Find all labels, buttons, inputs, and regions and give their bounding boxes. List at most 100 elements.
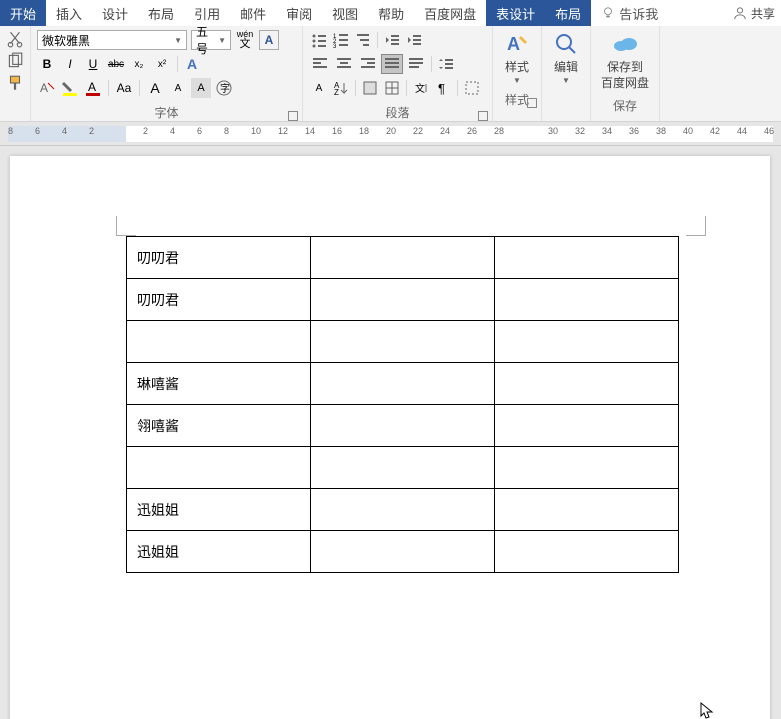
tab-table-layout[interactable]: 布局	[545, 0, 591, 26]
table-cell[interactable]	[495, 531, 679, 573]
tab-table-design[interactable]: 表设计	[486, 0, 545, 26]
table-cell[interactable]	[311, 321, 495, 363]
increase-indent-button[interactable]	[404, 30, 424, 50]
margin-corner	[116, 216, 136, 236]
align-center-button[interactable]	[333, 54, 355, 74]
shading-button[interactable]	[360, 78, 380, 98]
tellme[interactable]: 告诉我	[591, 0, 668, 26]
table-cell[interactable]	[495, 363, 679, 405]
table-cell[interactable]: 翎嘻酱	[127, 405, 311, 447]
table-cell[interactable]	[495, 279, 679, 321]
snap-button[interactable]	[462, 78, 482, 98]
line-spacing-button[interactable]	[436, 54, 456, 74]
asian-layout-button[interactable]: A	[309, 78, 329, 98]
grow-font-button[interactable]: A	[145, 78, 165, 98]
table-cell[interactable]: 迅姐姐	[127, 531, 311, 573]
tab-design[interactable]: 设计	[92, 0, 138, 26]
table-row[interactable]	[127, 447, 679, 489]
align-left-button[interactable]	[309, 54, 331, 74]
underline-button[interactable]: U	[83, 54, 103, 74]
document-area[interactable]: 叨叨君叨叨君琳嘻酱翎嘻酱迅姐姐迅姐姐	[0, 146, 781, 719]
table-row[interactable]: 叨叨君	[127, 279, 679, 321]
tab-insert[interactable]: 插入	[46, 0, 92, 26]
text-effects-button[interactable]: A	[183, 54, 203, 74]
bullets-button[interactable]	[309, 30, 329, 50]
font-group-label: 字体	[31, 102, 302, 123]
font-size-combo[interactable]: 五号 ▼	[191, 30, 231, 50]
sort-button[interactable]: AZ	[331, 78, 351, 98]
clear-format-button[interactable]: A	[37, 78, 57, 98]
table-cell[interactable]	[495, 237, 679, 279]
table-cell[interactable]	[495, 321, 679, 363]
table-row[interactable]: 叨叨君	[127, 237, 679, 279]
table-cell[interactable]	[311, 447, 495, 489]
bold-button[interactable]: B	[37, 54, 57, 74]
table-cell[interactable]: 琳嘻酱	[127, 363, 311, 405]
tab-mailings[interactable]: 邮件	[230, 0, 276, 26]
highlight-button[interactable]	[60, 78, 80, 98]
enclose-char-button[interactable]: 字	[214, 78, 234, 98]
sort-icon: AZ	[333, 80, 349, 96]
table-cell[interactable]: 迅姐姐	[127, 489, 311, 531]
save-baidu-button[interactable]: 保存到 百度网盘	[591, 26, 659, 95]
table-cell[interactable]	[311, 489, 495, 531]
table-row[interactable]: 迅姐姐	[127, 531, 679, 573]
styles-button[interactable]: A 样式 ▼	[493, 26, 541, 89]
table-cell[interactable]	[311, 531, 495, 573]
table-cell[interactable]: 叨叨君	[127, 237, 311, 279]
text-direction-button[interactable]: 文	[411, 78, 431, 98]
table-cell[interactable]	[127, 321, 311, 363]
table-cell[interactable]	[311, 363, 495, 405]
document-table[interactable]: 叨叨君叨叨君琳嘻酱翎嘻酱迅姐姐迅姐姐	[126, 236, 679, 573]
subscript-button[interactable]: x₂	[129, 54, 149, 74]
shrink-font-button[interactable]: A	[168, 78, 188, 98]
align-justify-button[interactable]	[381, 54, 403, 74]
borders-button[interactable]	[382, 78, 402, 98]
table-cell[interactable]	[311, 279, 495, 321]
paragraph-dialog-launcher[interactable]	[478, 111, 488, 121]
clear-format-icon: A	[38, 79, 56, 97]
font-name-combo[interactable]: 微软雅黑 ▼	[37, 30, 187, 50]
table-cell[interactable]	[495, 405, 679, 447]
align-distribute-button[interactable]	[405, 54, 427, 74]
font-color-button[interactable]: A	[83, 78, 103, 98]
ruler[interactable]: 8642246810121416182022242628303234363840…	[0, 122, 781, 146]
table-cell[interactable]	[311, 405, 495, 447]
table-row[interactable]	[127, 321, 679, 363]
numbering-button[interactable]: 123	[331, 30, 351, 50]
superscript-button[interactable]: x²	[152, 54, 172, 74]
multilevel-button[interactable]	[353, 30, 373, 50]
ruler-tick: 4	[62, 126, 67, 136]
table-cell[interactable]	[127, 447, 311, 489]
tab-view[interactable]: 视图	[322, 0, 368, 26]
table-row[interactable]: 迅姐姐	[127, 489, 679, 531]
tab-help[interactable]: 帮助	[368, 0, 414, 26]
tab-review[interactable]: 审阅	[276, 0, 322, 26]
align-right-button[interactable]	[357, 54, 379, 74]
phonetic-guide-button[interactable]: wén 文	[235, 30, 255, 50]
styles-dialog-launcher[interactable]	[527, 98, 537, 108]
show-marks-button[interactable]: ¶	[433, 78, 453, 98]
table-cell[interactable]	[495, 447, 679, 489]
table-cell[interactable]	[311, 237, 495, 279]
format-painter-icon[interactable]	[6, 74, 24, 92]
editing-button[interactable]: 编辑 ▼	[542, 26, 590, 89]
table-cell[interactable]	[495, 489, 679, 531]
char-shading-button[interactable]: A	[191, 78, 211, 98]
decrease-indent-button[interactable]	[382, 30, 402, 50]
table-row[interactable]: 琳嘻酱	[127, 363, 679, 405]
strike-button[interactable]: abc	[106, 54, 126, 74]
change-case-button[interactable]: Aa	[114, 78, 134, 98]
page[interactable]: 叨叨君叨叨君琳嘻酱翎嘻酱迅姐姐迅姐姐	[10, 156, 770, 719]
share-button[interactable]: 共享	[727, 0, 781, 26]
char-border-button[interactable]: A	[259, 30, 279, 50]
tab-baidu[interactable]: 百度网盘	[414, 0, 486, 26]
table-cell[interactable]: 叨叨君	[127, 279, 311, 321]
table-row[interactable]: 翎嘻酱	[127, 405, 679, 447]
tab-home[interactable]: 开始	[0, 0, 46, 26]
cut-icon[interactable]	[6, 30, 24, 48]
italic-button[interactable]: I	[60, 54, 80, 74]
copy-icon[interactable]	[6, 52, 24, 70]
tab-layout[interactable]: 布局	[138, 0, 184, 26]
font-dialog-launcher[interactable]	[288, 111, 298, 121]
